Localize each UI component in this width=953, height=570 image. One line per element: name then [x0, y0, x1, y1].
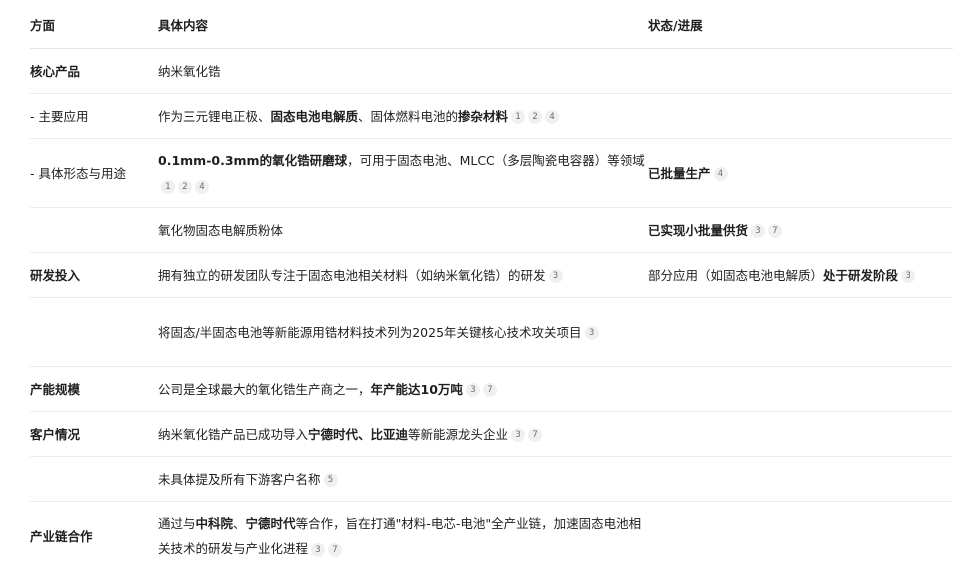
- row-content: 未具体提及所有下游客户名称5: [158, 457, 648, 502]
- citation-badge[interactable]: 7: [328, 543, 342, 557]
- row-aspect: - 具体形态与用途: [30, 139, 158, 208]
- content-text: 纳米氧化锆: [158, 64, 221, 79]
- citation-badge[interactable]: 5: [324, 473, 338, 487]
- row-status: [648, 367, 953, 412]
- table-row: 产业链合作 通过与中科院、宁德时代等合作，旨在打通"材料-电芯-电池"全产业链，…: [30, 502, 953, 570]
- content-text: 作为三元锂电正极、: [158, 109, 271, 124]
- citation-badge[interactable]: 2: [528, 110, 542, 124]
- status-bold: 已批量生产: [648, 166, 711, 181]
- row-status: [648, 412, 953, 457]
- table-row: 将固态/半固态电池等新能源用锆材料技术列为2025年关键核心技术攻关项目3: [30, 298, 953, 367]
- row-status: [648, 502, 953, 570]
- row-status: 已实现小批量供货37: [648, 208, 953, 253]
- row-status: [648, 457, 953, 502]
- status-bold: 已实现小批量供货: [648, 223, 748, 238]
- row-aspect: [30, 457, 158, 502]
- row-aspect: 核心产品: [30, 49, 158, 94]
- content-bold: 0.1mm-0.3mm的氧化锆研磨球: [158, 153, 347, 168]
- comparison-table: 方面 具体内容 状态/进展 核心产品 纳米氧化锆 - 主要应用 作为三元锂电正极…: [30, 0, 953, 570]
- row-aspect: - 主要应用: [30, 94, 158, 139]
- content-bold: 宁德时代: [246, 516, 296, 531]
- row-aspect: 产能规模: [30, 367, 158, 412]
- citation-badge[interactable]: 3: [311, 543, 325, 557]
- content-text: 通过与: [158, 516, 196, 531]
- row-content: 拥有独立的研发团队专注于固态电池相关材料（如纳米氧化锆）的研发3: [158, 253, 648, 298]
- table-row: 氧化物固态电解质粉体 已实现小批量供货37: [30, 208, 953, 253]
- content-text: ，可用于固态电池、MLCC（多层陶瓷电容器）等领域: [347, 153, 645, 168]
- table-header-row: 方面 具体内容 状态/进展: [30, 0, 953, 49]
- table-row: 研发投入 拥有独立的研发团队专注于固态电池相关材料（如纳米氧化锆）的研发3 部分…: [30, 253, 953, 298]
- citation-badge[interactable]: 3: [751, 224, 765, 238]
- row-content: 作为三元锂电正极、固态电池电解质、固体燃料电池的掺杂材料124: [158, 94, 648, 139]
- row-aspect: 客户情况: [30, 412, 158, 457]
- citation-badge[interactable]: 3: [901, 269, 915, 283]
- row-content: 0.1mm-0.3mm的氧化锆研磨球，可用于固态电池、MLCC（多层陶瓷电容器）…: [158, 139, 648, 208]
- citation-badge[interactable]: 2: [178, 180, 192, 194]
- row-content: 通过与中科院、宁德时代等合作，旨在打通"材料-电芯-电池"全产业链，加速固态电池…: [158, 502, 648, 570]
- content-text: 、: [233, 516, 246, 531]
- citation-badge[interactable]: 3: [511, 428, 525, 442]
- table-row: 产能规模 公司是全球最大的氧化锆生产商之一，年产能达10万吨37: [30, 367, 953, 412]
- row-aspect: [30, 298, 158, 367]
- citation-badge[interactable]: 4: [195, 180, 209, 194]
- header-content: 具体内容: [158, 0, 648, 49]
- content-text: 拥有独立的研发团队专注于固态电池相关材料（如纳米氧化锆）的研发: [158, 268, 546, 283]
- content-text: 氧化物固态电解质粉体: [158, 223, 283, 238]
- row-status: [648, 298, 953, 367]
- row-status: 部分应用（如固态电池电解质）处于研发阶段3: [648, 253, 953, 298]
- citation-badge[interactable]: 7: [483, 383, 497, 397]
- row-status: [648, 49, 953, 94]
- table-row: 未具体提及所有下游客户名称5: [30, 457, 953, 502]
- citation-badge[interactable]: 4: [545, 110, 559, 124]
- row-aspect: 产业链合作: [30, 502, 158, 570]
- content-bold: 固态电池电解质: [271, 109, 359, 124]
- content-text: 、固体燃料电池的: [358, 109, 458, 124]
- table-row: 客户情况 纳米氧化锆产品已成功导入宁德时代、比亚迪等新能源龙头企业37: [30, 412, 953, 457]
- content-text: 将固态/半固态电池等新能源用锆材料技术列为2025年关键核心技术攻关项目: [158, 325, 582, 340]
- header-aspect: 方面: [30, 0, 158, 49]
- row-status: [648, 94, 953, 139]
- table-row: - 具体形态与用途 0.1mm-0.3mm的氧化锆研磨球，可用于固态电池、MLC…: [30, 139, 953, 208]
- row-content: 纳米氧化锆产品已成功导入宁德时代、比亚迪等新能源龙头企业37: [158, 412, 648, 457]
- content-text: 未具体提及所有下游客户名称: [158, 472, 321, 487]
- citation-badge[interactable]: 3: [549, 269, 563, 283]
- citation-badge[interactable]: 1: [161, 180, 175, 194]
- citation-badge[interactable]: 7: [768, 224, 782, 238]
- row-status: 已批量生产4: [648, 139, 953, 208]
- content-bold: 掺杂材料: [458, 109, 508, 124]
- row-aspect: 研发投入: [30, 253, 158, 298]
- table-row: - 主要应用 作为三元锂电正极、固态电池电解质、固体燃料电池的掺杂材料124: [30, 94, 953, 139]
- table-row: 核心产品 纳米氧化锆: [30, 49, 953, 94]
- citation-badge[interactable]: 4: [714, 167, 728, 181]
- content-bold: 中科院: [196, 516, 234, 531]
- content-bold: 宁德时代、比亚迪: [308, 427, 408, 442]
- citation-badge[interactable]: 3: [466, 383, 480, 397]
- status-text: 部分应用（如固态电池电解质）: [648, 268, 823, 283]
- content-text: 公司是全球最大的氧化锆生产商之一，: [158, 382, 371, 397]
- citation-badge[interactable]: 7: [528, 428, 542, 442]
- status-bold: 处于研发阶段: [823, 268, 898, 283]
- citation-badge[interactable]: 3: [585, 326, 599, 340]
- row-content: 将固态/半固态电池等新能源用锆材料技术列为2025年关键核心技术攻关项目3: [158, 298, 648, 367]
- row-content: 公司是全球最大的氧化锆生产商之一，年产能达10万吨37: [158, 367, 648, 412]
- content-text: 等新能源龙头企业: [408, 427, 508, 442]
- content-bold: 年产能达10万吨: [371, 382, 463, 397]
- row-content: 氧化物固态电解质粉体: [158, 208, 648, 253]
- citation-badge[interactable]: 1: [511, 110, 525, 124]
- row-content: 纳米氧化锆: [158, 49, 648, 94]
- header-status: 状态/进展: [648, 0, 953, 49]
- row-aspect: [30, 208, 158, 253]
- content-text: 纳米氧化锆产品已成功导入: [158, 427, 308, 442]
